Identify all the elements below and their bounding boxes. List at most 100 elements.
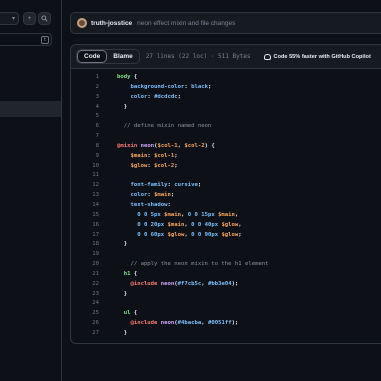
line-number[interactable]: 22 <box>71 280 99 290</box>
line-content: 0 0 5px $main, 0 0 15px $main, <box>117 211 238 221</box>
search-icon <box>41 15 48 22</box>
line-number[interactable]: 21 <box>71 270 99 280</box>
line-number[interactable]: 9 <box>71 152 99 162</box>
code-line: 27 } <box>71 329 381 339</box>
line-number[interactable]: 10 <box>71 162 99 172</box>
line-number[interactable]: 19 <box>71 250 99 260</box>
code-line: 25 ul { <box>71 309 381 319</box>
code-token: } <box>117 241 128 248</box>
code-line: 26 @include neon(#4bacba, #0051ff); <box>71 319 381 329</box>
line-content: font-family: cursive; <box>117 181 201 191</box>
line-number[interactable]: 1 <box>71 73 99 83</box>
tab-blame[interactable]: Blame <box>107 50 139 63</box>
code-token: h1 <box>117 270 131 277</box>
add-file-button[interactable]: + <box>23 12 36 25</box>
code-token: , <box>238 221 242 228</box>
line-number[interactable]: 27 <box>71 329 99 339</box>
line-number[interactable]: 16 <box>71 221 99 231</box>
code-token: ; <box>207 83 212 90</box>
code-token: $glow <box>221 231 239 238</box>
code-line: 12 font-family: cursive; <box>71 181 381 191</box>
code-token: @mixin <box>117 142 138 149</box>
code-token: } <box>117 103 128 110</box>
line-number[interactable]: 26 <box>71 319 99 329</box>
line-number[interactable]: 20 <box>71 260 99 270</box>
line-number[interactable]: 2 <box>71 83 99 93</box>
line-content: // apply the neon mixin to the h1 elemen… <box>117 260 269 270</box>
file-metadata: 27 lines (22 loc) · 511 Bytes <box>145 53 251 60</box>
line-number[interactable]: 14 <box>71 201 99 211</box>
line-number[interactable]: 15 <box>71 211 99 221</box>
latest-commit-bar: truth-josstice neon effect mixin and fil… <box>70 12 381 34</box>
line-number[interactable]: 4 <box>71 103 99 113</box>
line-content: ul { <box>117 309 138 319</box>
code-token: ul <box>117 310 131 317</box>
line-number[interactable]: 17 <box>71 231 99 241</box>
code-token: @include <box>117 320 158 327</box>
line-number[interactable]: 6 <box>71 122 99 132</box>
code-line: 15 0 0 5px $main, 0 0 15px $main, <box>71 211 381 221</box>
line-number[interactable]: 23 <box>71 290 99 300</box>
code-line: 20 // apply the neon mixin to the h1 ele… <box>71 260 381 270</box>
commit-author-link[interactable]: truth-josstice <box>91 20 132 27</box>
code-token: ) { <box>204 142 215 149</box>
tree-item-selected[interactable] <box>0 101 61 117</box>
code-token: $col-2 <box>184 142 205 149</box>
avatar[interactable] <box>77 18 87 28</box>
code-line: 6 // define mixin named neon <box>71 122 381 132</box>
line-content: 0 0 60px $glow, 0 0 90px $glow; <box>117 231 241 241</box>
code-token: { <box>130 74 138 80</box>
line-number[interactable]: 24 <box>71 299 99 309</box>
line-content: @include neon(#4bacba, #0051ff); <box>117 319 238 329</box>
code-token: neon <box>160 320 175 327</box>
code-token: // apply the neon mixin to the h1 elemen… <box>117 261 269 268</box>
code-token: ); <box>231 280 239 287</box>
line-number[interactable]: 12 <box>71 181 99 191</box>
go-to-file-input[interactable]: t <box>0 33 52 46</box>
line-number[interactable]: 5 <box>71 112 99 122</box>
code-line: 14 text-shadow: <box>71 201 381 211</box>
code-token: $main <box>164 211 181 218</box>
code-line: 8 @mixin neon($col-1, $col-2) { <box>71 142 381 152</box>
code-token: #dcdcdc <box>154 93 178 100</box>
code-token: text-shadow <box>117 201 168 208</box>
line-number[interactable]: 18 <box>71 240 99 250</box>
code-line: 16 0 0 20px $main, 0 0 40px $glow, <box>71 221 381 231</box>
line-number[interactable]: 11 <box>71 171 99 181</box>
line-content: 0 0 20px $main, 0 0 40px $glow, <box>117 221 242 231</box>
code-token: $col-2 <box>154 162 175 169</box>
code-token: ; <box>174 162 178 169</box>
code-token: ; <box>197 182 202 189</box>
branch-selector[interactable]: ▾ <box>0 12 19 25</box>
line-content: } <box>117 103 127 113</box>
code-view[interactable]: 1 body {2 background-color: black; 3 color… <box>71 69 381 339</box>
code-line: 11 <box>71 171 381 181</box>
code-token: #0051ff <box>207 320 232 327</box>
chevron-down-icon: ▾ <box>11 16 15 22</box>
line-content: body { <box>117 73 137 83</box>
line-number[interactable]: 7 <box>71 132 99 142</box>
code-line: 7 <box>71 132 381 142</box>
code-token: $main <box>117 152 148 159</box>
code-line: 17 0 0 60px $glow, 0 0 90px $glow; <box>71 231 381 241</box>
line-content: } <box>117 290 127 300</box>
tab-code[interactable]: Code <box>77 50 108 63</box>
code-line: 18 } <box>71 240 381 250</box>
code-token: { <box>130 310 138 317</box>
line-number[interactable]: 25 <box>71 309 99 319</box>
line-number[interactable]: 8 <box>71 142 99 152</box>
search-button[interactable] <box>38 12 51 25</box>
copilot-promo-link[interactable]: Code 55% faster with GitHub Copilot <box>263 53 371 60</box>
code-token: $col-1 <box>157 142 178 149</box>
line-number[interactable]: 3 <box>71 93 99 103</box>
line-number[interactable]: 13 <box>71 191 99 201</box>
code-line: 19 <box>71 250 381 260</box>
commit-message[interactable]: neon effect mixin and file changes <box>137 20 235 27</box>
code-token: $main <box>167 221 185 228</box>
code-line: 13 color: $main; <box>71 191 381 201</box>
view-toggle: Code Blame <box>76 49 140 64</box>
code-line: 10 $glow: $col-2; <box>71 162 381 172</box>
code-token: @include <box>117 280 158 287</box>
code-token: } <box>117 290 128 297</box>
code-token: ; <box>177 93 182 100</box>
